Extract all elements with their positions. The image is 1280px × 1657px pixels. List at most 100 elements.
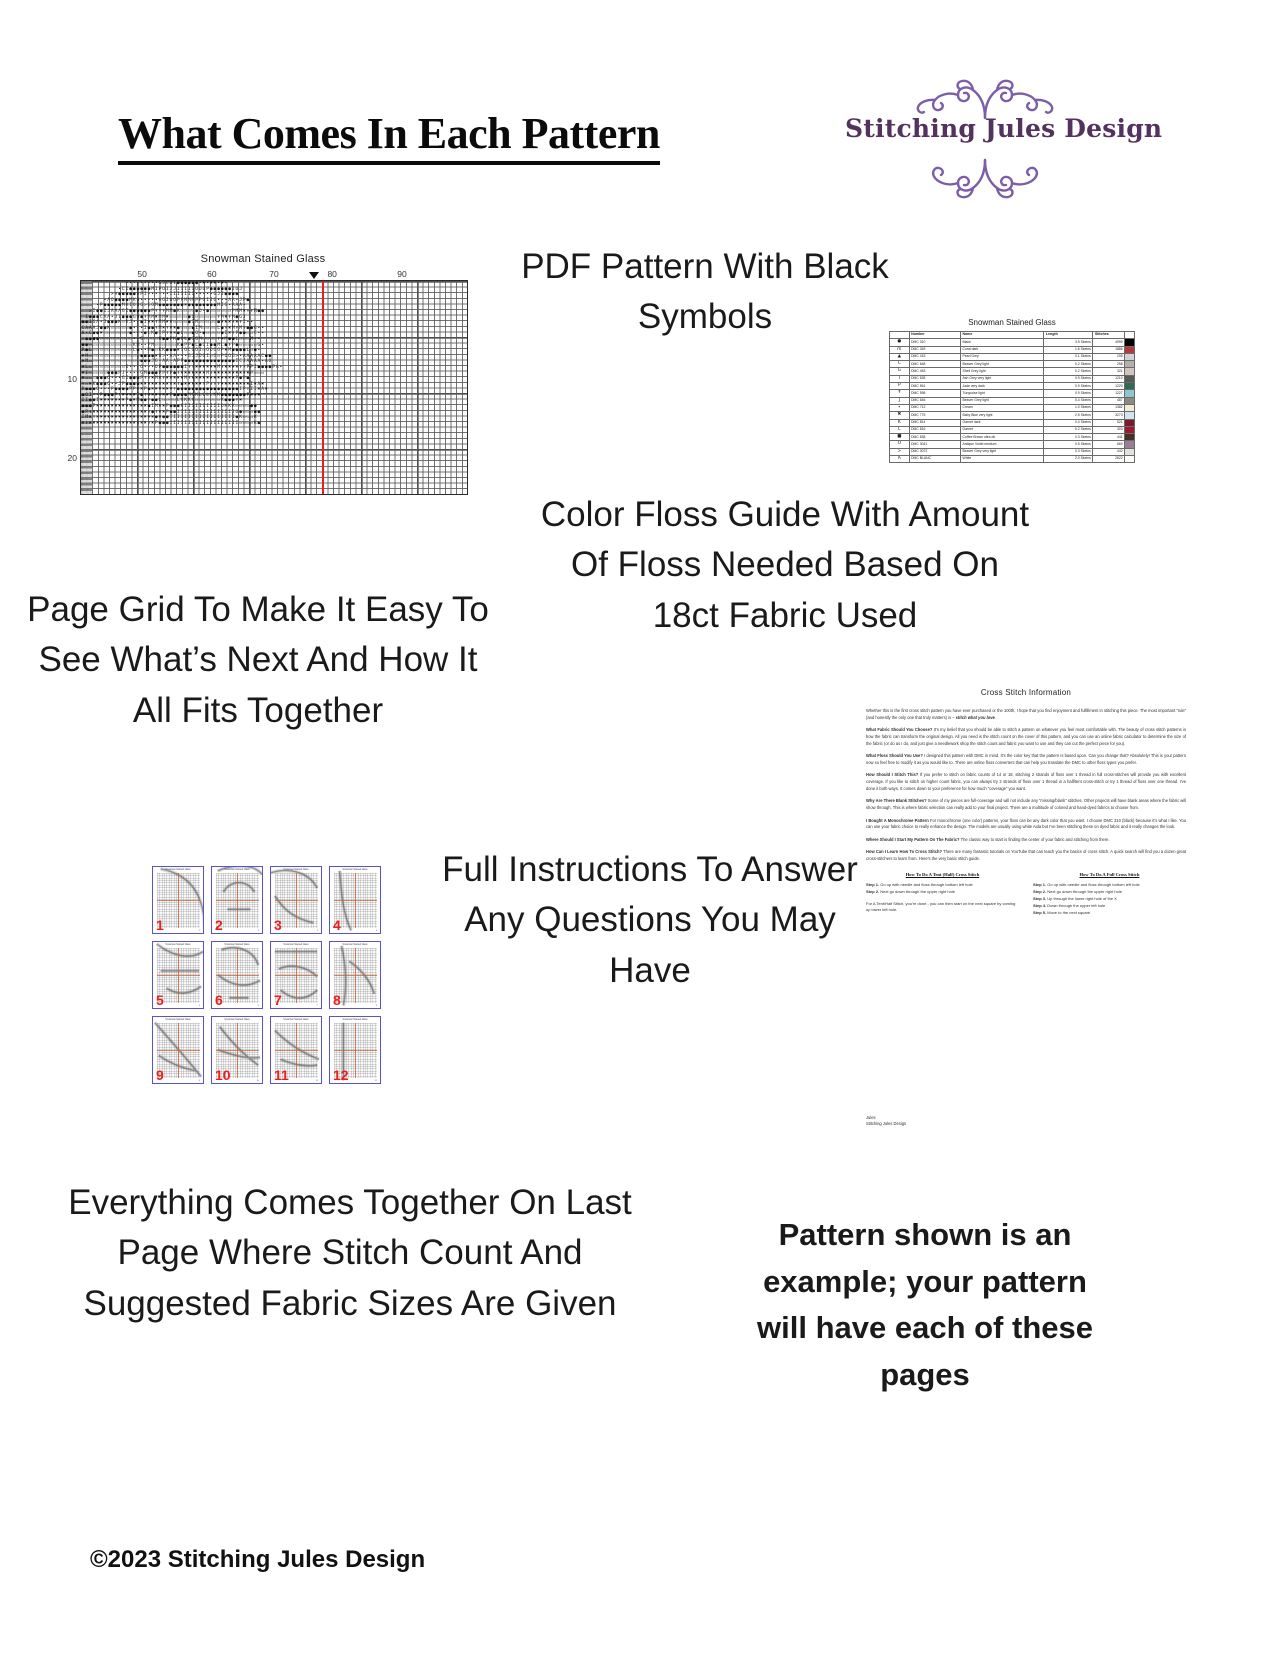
cell-symbol: J <box>889 396 910 405</box>
cell-length: 1.6 Skeins <box>1043 345 1094 354</box>
chart-symbol-cells: ∙∙∙∙∙∙∙∙∙GJCOI●●●●●●∙✖∙✖✖∙✖∙ ∙CI●●●●●●MI… <box>81 281 284 426</box>
cell-swatch <box>1124 411 1135 420</box>
instructions-body: Whether this is the first cross stitch p… <box>866 708 1186 863</box>
chart-center-line <box>322 281 325 494</box>
thumbnail-number: 7 <box>274 992 282 1008</box>
thumbnail-center-v <box>237 948 238 1003</box>
cell-number: DMC 646 <box>908 396 962 405</box>
cell-stitches: 2622 <box>1092 455 1126 464</box>
cell-symbol: ▲ <box>889 352 910 362</box>
thumbnail-footer: 4 <box>375 930 377 932</box>
instructions-paragraph: How Can I Learn How To Cross Stitch? The… <box>866 849 1187 861</box>
thumbnail-center-v <box>178 948 179 1003</box>
page-thumbnail[interactable]: Snowman Stained Glass 3 3 <box>270 866 322 934</box>
table-row: ∙ DMC 712 Cream 1.0 Skeins 1382 <box>889 403 1135 413</box>
instructions-paragraph: How Should I Stitch This? If you prefer … <box>866 772 1186 791</box>
col-label: 80 <box>327 269 337 279</box>
table-row: ▲ DMC 415 Pearl Grey 0.1 Skeins 195 <box>889 352 1135 362</box>
thumbnail-number: 12 <box>333 1067 349 1083</box>
cell-stitches: 442 <box>1092 447 1126 457</box>
thumbnail-footer: 8 <box>375 1005 377 1007</box>
table-header-row: Number Name Length Stitches <box>889 330 1135 340</box>
thumbnail-footer: 9 <box>198 1080 200 1082</box>
cell-symbol: ✖ <box>889 411 910 420</box>
thumbnail-center-v <box>178 1023 179 1078</box>
cell-length: 0.3 Skeins <box>1043 433 1094 442</box>
cell-swatch <box>1124 396 1135 405</box>
page-thumbnail[interactable]: Snowman Stained Glass 10 10 <box>211 1016 263 1084</box>
flourish-bottom-icon <box>845 158 1125 200</box>
cell-symbol: ✝ <box>889 389 910 398</box>
cell-length: 0.3 Skeins <box>1043 447 1094 457</box>
cell-stitches: 660 <box>1092 440 1126 449</box>
cell-symbol: O <box>889 440 910 449</box>
page-thumbnail[interactable]: Snowman Stained Glass 4 4 <box>329 866 381 934</box>
cell-length: 0.2 Skeins <box>1043 425 1094 435</box>
thumbnail-center-v <box>296 873 297 928</box>
cell-length: 0.1 Skeins <box>1043 352 1094 362</box>
thumbnail-number: 1 <box>156 917 164 933</box>
instructions-paragraph: Why Are There Blank Stitches? Some of my… <box>866 798 1186 810</box>
pattern-chart: Snowman Stained Glass 50 60 70 80 90 10 … <box>58 253 468 503</box>
col-length: Length <box>1043 330 1094 340</box>
cell-name: Jade very dark <box>960 382 1045 391</box>
col-label: 60 <box>207 269 217 279</box>
col-label: 50 <box>137 269 147 279</box>
cell-length: 2.0 Skeins <box>1043 455 1094 464</box>
page-thumbnail[interactable]: Snowman Stained Glass 6 6 <box>211 941 263 1009</box>
thumbnail-number: 2 <box>215 917 223 933</box>
col-symbol <box>889 330 910 340</box>
cell-length: 0.9 Skeins <box>1043 389 1094 398</box>
page-thumbnail[interactable]: Snowman Stained Glass 5 5 <box>152 941 204 1009</box>
col-label: 70 <box>269 269 279 279</box>
page-thumbnail[interactable]: Snowman Stained Glass 9 9 <box>152 1016 204 1084</box>
page-thumbnail[interactable]: Snowman Stained Glass 12 12 <box>329 1016 381 1084</box>
cell-number: DMC 349 <box>908 345 962 354</box>
page-thumbnail[interactable]: Snowman Stained Glass 7 7 <box>270 941 322 1009</box>
cell-symbol: L <box>889 425 910 435</box>
row-label: 20 <box>67 453 77 464</box>
cell-number: DMC 816 <box>908 425 962 435</box>
cell-name: Black <box>960 338 1045 347</box>
cell-stitches: 521 <box>1092 418 1126 427</box>
cell-number: DMC 712 <box>908 403 962 413</box>
thumbnail-center-v <box>178 873 179 928</box>
cell-number: DMC 648 <box>908 360 962 369</box>
col-number: Number <box>908 330 962 340</box>
thumbnail-number: 5 <box>156 992 164 1008</box>
thumbnail-footer: 10 <box>256 1080 259 1082</box>
thumbnail-footer: 5 <box>198 1005 200 1007</box>
thumbnail-center-v <box>355 873 356 928</box>
cell-name: Cream <box>960 403 1045 413</box>
cell-symbol: G <box>889 367 910 376</box>
thumbnail-center-v <box>237 873 238 928</box>
col-swatch <box>1124 330 1135 340</box>
col-name: Name <box>960 330 1045 340</box>
table-row: C DMC 648 Beaver Grey light 0.2 Skeins 258 <box>889 360 1135 369</box>
page-thumbnail[interactable]: Snowman Stained Glass 1 1 <box>152 866 204 934</box>
cell-length: 0.2 Skeins <box>1043 360 1094 369</box>
cell-stitches: 321 <box>1092 367 1126 376</box>
page-thumbnail[interactable]: Snowman Stained Glass 2 2 <box>211 866 263 934</box>
table-row: m DMC 349 Coral dark 1.6 Skeins 1886 <box>889 345 1135 354</box>
instructions-paragraph: I Bought A Monochrome Pattern For monoch… <box>866 817 1186 830</box>
thumbnail-footer: 7 <box>316 1005 318 1007</box>
cell-swatch <box>1124 360 1135 369</box>
cell-swatch <box>1124 382 1135 391</box>
cell-symbol: P <box>889 382 910 391</box>
howto-tent-stitch: How To Do A Tent (Half) Cross Stitch Ste… <box>866 872 1019 918</box>
table-row: P DMC 561 Jade very dark 0.9 Skeins 1220 <box>889 382 1135 391</box>
howto-tent-heading: How To Do A Tent (Half) Cross Stitch <box>905 871 980 877</box>
thumbnail-center-v <box>296 1023 297 1078</box>
cell-swatch <box>1124 447 1135 457</box>
cell-swatch <box>1124 425 1135 435</box>
howto-tent-note: For A Tent/Half Stitch, you’re done - yo… <box>866 901 1016 913</box>
cell-name: Baby Blue very light <box>960 411 1045 420</box>
howto-step: Step 3. Up through the lower right hole … <box>1033 896 1117 901</box>
page-thumbnail[interactable]: Snowman Stained Glass 8 8 <box>329 941 381 1009</box>
page-thumbnail[interactable]: Snowman Stained Glass 11 11 <box>270 1016 322 1084</box>
table-row: ✝ DMC 598 Turquoise light 0.9 Skeins 1227 <box>889 389 1135 398</box>
thumbnail-number: 8 <box>333 992 341 1008</box>
table-row: L DMC 816 Garnet 0.2 Skeins 303 <box>889 425 1135 435</box>
cell-name: Garnet <box>960 425 1045 435</box>
